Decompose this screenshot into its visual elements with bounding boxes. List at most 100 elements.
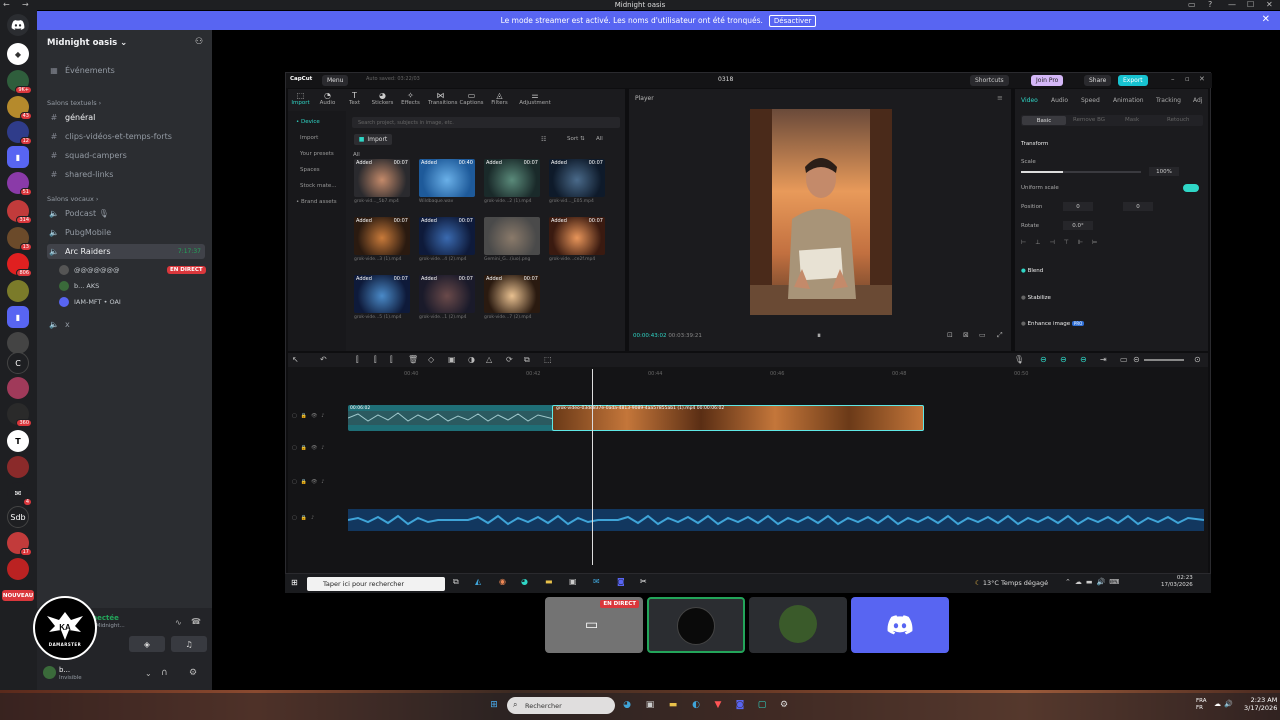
windows-search-box[interactable]: ⌕ Rechercher [507, 697, 615, 714]
server-icon[interactable]: 9K+ [7, 70, 32, 94]
server-icon[interactable]: C [7, 352, 29, 374]
nav-device[interactable]: • Device [296, 119, 320, 125]
disconnect-icon[interactable]: ☎ [191, 617, 201, 626]
voice-channel-pubgmobile[interactable]: 🔈 PubgMobile [47, 225, 205, 240]
captured-search-box[interactable]: Taper ici pour rechercher [307, 577, 445, 591]
media-thumbnail[interactable]: Added 00:07 [549, 159, 605, 197]
media-thumbnail[interactable]: Added 00:07 [354, 275, 410, 313]
subtab-retouch[interactable]: Retouch [1167, 117, 1189, 123]
media-thumbnail[interactable]: Added 00:07 [484, 275, 540, 313]
tab-transitions[interactable]: ⋈ Transitions [428, 91, 457, 106]
text-category[interactable]: Salons textuels › [47, 99, 101, 107]
mirror-icon[interactable]: △ [486, 355, 492, 364]
undo-icon[interactable]: ↶ [320, 355, 327, 364]
mic-icon[interactable]: 🎙 [1014, 355, 1024, 364]
media-thumbnail[interactable]: Added 00:07 [354, 217, 410, 255]
capcut-icon[interactable]: ✂ [640, 577, 647, 586]
app-icon[interactable]: ◉ [499, 577, 506, 586]
shield-icon[interactable]: ◇ [428, 355, 434, 364]
server-icon[interactable] [7, 558, 29, 580]
tray-icons[interactable]: ☁🔊 [1214, 700, 1236, 708]
split-view-icon[interactable]: ⇥ [1100, 355, 1107, 364]
voice-user[interactable]: b... AKS [59, 280, 209, 292]
edge-icon[interactable]: ◕ [620, 698, 634, 712]
enhance-label[interactable]: ● Enhance image PRO [1021, 321, 1085, 327]
split-right-icon[interactable]: ⫿ [390, 355, 393, 365]
task-view-icon[interactable]: ▣ [643, 698, 657, 712]
freeze-icon[interactable]: ▣ [448, 355, 456, 364]
blend-label[interactable]: ● Blend [1021, 268, 1043, 274]
ratio-icon[interactable]: ⊡ [947, 331, 953, 339]
join-pro-button[interactable]: Join Pro [1031, 75, 1064, 86]
discord-icon[interactable]: ◙ [733, 698, 747, 712]
stream-tile-user[interactable] [749, 597, 847, 653]
app-icon[interactable]: ▢ [755, 698, 769, 712]
tab-adjust[interactable]: Adj [1193, 97, 1202, 104]
magnet-icon[interactable]: ⊖ [1060, 355, 1067, 364]
server-icon[interactable] [7, 377, 29, 399]
menu-button[interactable]: Menu [322, 75, 349, 86]
scale-value-input[interactable]: 100% [1149, 167, 1179, 176]
tab-speed[interactable]: Speed [1081, 97, 1100, 104]
rotate-input[interactable]: 0.0° [1063, 221, 1093, 230]
audio-track[interactable] [347, 509, 1205, 531]
headset-icon[interactable]: ∩ [161, 668, 168, 678]
edge-icon[interactable]: ◕ [521, 577, 528, 586]
track-controls[interactable]: ▢🔒👁♪ [292, 479, 329, 485]
server-icon[interactable]: 314 [7, 200, 32, 224]
auto-reframe-icon[interactable]: ⬚ [544, 355, 552, 364]
caption-icon[interactable]: ▭ [1120, 355, 1128, 364]
track-controls[interactable]: ▢🔒♪ [292, 515, 318, 521]
close-button[interactable]: ✕ [1199, 75, 1205, 83]
server-icon[interactable]: 43 [7, 96, 32, 120]
crop-icon[interactable]: ⊠ [963, 331, 969, 339]
server-icon[interactable]: 13 [7, 227, 32, 251]
server-icon[interactable]: 360 [7, 403, 32, 427]
tab-video[interactable]: Video [1021, 97, 1038, 104]
invite-people-icon[interactable]: ⚇ [195, 37, 203, 47]
tab-filters[interactable]: ◬ Filters [487, 91, 512, 106]
server-name[interactable]: Midnight oasis ⌄ [47, 38, 127, 48]
server-icon[interactable]: 806 [7, 253, 32, 277]
mail-icon[interactable]: ✉ 4 [7, 482, 32, 506]
tab-tracking[interactable]: Tracking [1156, 97, 1181, 104]
share-button[interactable]: Share [1084, 75, 1112, 86]
tab-effects[interactable]: ✧ Effects [398, 91, 423, 106]
minimize-button[interactable]: – [1171, 75, 1175, 83]
mail-icon[interactable]: ✉ [593, 577, 600, 586]
brave-icon[interactable]: ▼ [711, 698, 725, 712]
filter-all-button[interactable]: All [596, 136, 603, 142]
split-left-icon[interactable]: ⫿ [374, 355, 377, 365]
aspect-icon[interactable]: ▭ [979, 331, 986, 339]
help-icon[interactable]: ? [1208, 0, 1212, 9]
tab-animation[interactable]: Animation [1113, 97, 1144, 104]
delete-icon[interactable]: 🗑 [408, 355, 418, 364]
tab-audio[interactable]: Audio [1051, 97, 1068, 104]
reverse-icon[interactable]: ◑ [468, 355, 475, 364]
subtab-basic[interactable]: Basic [1022, 116, 1066, 125]
stream-tile-discord[interactable] [851, 597, 949, 653]
voice-channel-podcast[interactable]: 🔈 Podcast 🎙 [47, 206, 205, 221]
playhead[interactable] [592, 369, 593, 565]
voice-user[interactable]: IAM-MFT • OAI [59, 296, 209, 308]
language-indicator[interactable]: FRA FR [1196, 698, 1207, 711]
settings-gear-icon[interactable]: ⚙ [189, 668, 197, 678]
noise-suppression-icon[interactable]: ∿ [175, 618, 182, 627]
view-toggle-icon[interactable]: ☷ [541, 136, 546, 143]
import-button[interactable]: ■ Import [354, 134, 392, 145]
menu-icon[interactable]: ≡ [997, 94, 1003, 102]
link-icon[interactable]: ⊖ [1040, 355, 1047, 364]
nav-import[interactable]: Import [300, 135, 318, 141]
nav-stock[interactable]: Stock mate... [300, 183, 336, 189]
select-tool-icon[interactable]: ↖ [292, 355, 299, 364]
folder-icon[interactable]: ▬ [545, 577, 553, 586]
maximize-button[interactable]: ▫ [1185, 75, 1190, 83]
stream-tile-user[interactable] [647, 597, 745, 653]
settings-gear-icon[interactable]: ⚙ [777, 698, 791, 712]
stream-tile-live[interactable]: ▭ EN DIRECT [545, 597, 643, 653]
tab-import[interactable]: ⬚ Import [288, 91, 313, 106]
crop-icon[interactable]: ⧉ [524, 355, 530, 365]
position-x-input[interactable]: 0 [1063, 202, 1093, 211]
preview-axis-icon[interactable]: ⊖ [1080, 355, 1087, 364]
server-icon[interactable] [7, 332, 29, 354]
